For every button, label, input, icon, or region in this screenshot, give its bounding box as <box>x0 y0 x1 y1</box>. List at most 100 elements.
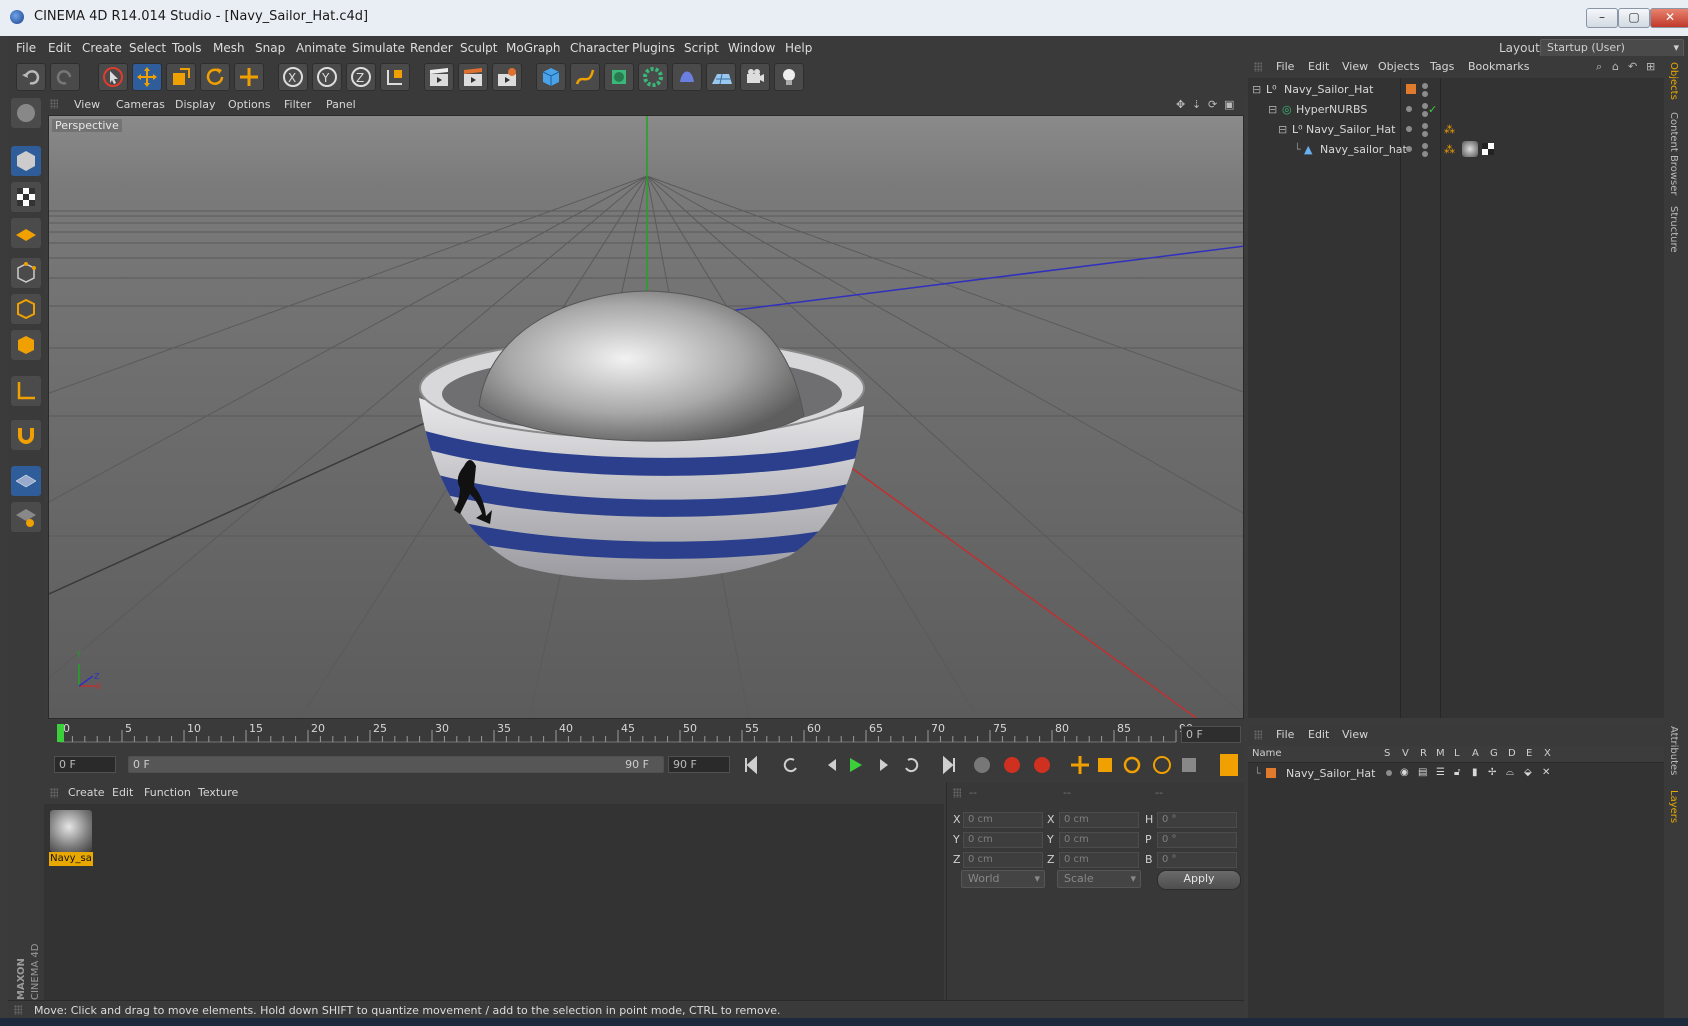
editor-visibility-dot[interactable] <box>1422 143 1428 149</box>
close-button[interactable]: ✕ <box>1650 8 1688 28</box>
phong-tag-icon[interactable]: ⁂ <box>1444 143 1455 156</box>
edges-mode-button[interactable] <box>11 294 41 324</box>
apply-button[interactable]: Apply <box>1157 870 1241 890</box>
menu-select[interactable]: Select <box>129 41 166 55</box>
tree-row[interactable]: ⊟ L⁰ Navy_Sailor_Hat <box>1248 80 1664 99</box>
editor-visibility-dot[interactable] <box>1422 123 1428 129</box>
render-visibility-dot[interactable] <box>1422 91 1428 97</box>
position-x-field[interactable]: 0 cm <box>963 812 1043 828</box>
menu-help[interactable]: Help <box>785 41 812 55</box>
render-visibility-dot[interactable] <box>1422 151 1428 157</box>
layers-menu-file[interactable]: File <box>1276 728 1294 741</box>
scale-tool[interactable] <box>166 63 196 91</box>
collapse-icon[interactable]: ⊟ <box>1278 123 1287 136</box>
rotate-tool[interactable] <box>200 63 230 91</box>
search-icon[interactable]: ⌕ <box>1596 60 1602 74</box>
maximize-button[interactable]: ▢ <box>1618 8 1650 28</box>
material-menu-create[interactable]: Create <box>68 786 105 799</box>
objects-menu-edit[interactable]: Edit <box>1308 60 1329 73</box>
home-icon[interactable]: ⌂ <box>1612 60 1619 73</box>
phong-tag-icon[interactable]: ⁂ <box>1444 123 1455 136</box>
tree-row[interactable]: └ ▲ Navy_sailor_hat ⁂ <box>1248 140 1664 159</box>
add-light-button[interactable] <box>774 63 804 91</box>
back-icon[interactable]: ↶ <box>1628 60 1637 73</box>
material-name-label[interactable]: Navy_sa <box>49 852 93 866</box>
make-editable-button[interactable] <box>11 98 41 128</box>
size-x-field[interactable]: 0 cm <box>1059 812 1139 828</box>
menu-script[interactable]: Script <box>684 41 719 55</box>
objects-menu-tags[interactable]: Tags <box>1430 60 1454 73</box>
menu-edit[interactable]: Edit <box>48 41 71 55</box>
viewport-camera-label[interactable]: Perspective <box>52 119 122 132</box>
material-tag-icon[interactable] <box>1462 141 1478 157</box>
objects-menu-file[interactable]: File <box>1276 60 1294 73</box>
coordinate-mode-dropdown[interactable]: Scale ▾ <box>1057 870 1141 888</box>
material-menu-edit[interactable]: Edit <box>112 786 133 799</box>
generator-icon[interactable]: ✢ <box>1488 767 1496 778</box>
material-menu-function[interactable]: Function <box>144 786 191 799</box>
current-frame-field[interactable]: 0 F <box>1181 726 1241 743</box>
column-locked[interactable]: L <box>1454 748 1460 759</box>
viewport-move-icon[interactable]: ✥ <box>1176 98 1185 111</box>
column-expressions[interactable]: E <box>1526 748 1532 759</box>
tab-objects[interactable]: Objects <box>1668 62 1679 100</box>
redo-button[interactable] <box>50 63 80 91</box>
layer-row[interactable]: └ Navy_Sailor_Hat ◉ ▤ ☰ 🔓︎ ▮ ✢ ⌓ ⬙ ✕ <box>1248 764 1664 783</box>
3d-viewport[interactable]: Perspective Y Z X <box>48 115 1244 719</box>
add-array-button[interactable] <box>638 63 668 91</box>
layer-name[interactable]: Navy_Sailor_Hat <box>1286 767 1375 780</box>
render-visibility-dot[interactable] <box>1422 131 1428 137</box>
frame-range-slider[interactable]: 0 F 90 F <box>128 756 664 773</box>
menu-mesh[interactable]: Mesh <box>213 41 245 55</box>
magnet-tool-button[interactable] <box>11 420 41 450</box>
start-frame-field[interactable]: 0 F <box>54 756 116 773</box>
viewport-maximize-icon[interactable]: ▣ <box>1224 98 1234 111</box>
column-xref[interactable]: X <box>1544 748 1551 759</box>
viewport-menu-filter[interactable]: Filter <box>284 98 311 111</box>
viewport-menu-cameras[interactable]: Cameras <box>116 98 165 111</box>
menu-window[interactable]: Window <box>728 41 775 55</box>
tab-structure[interactable]: Structure <box>1668 206 1679 253</box>
layers-menu-view[interactable]: View <box>1342 728 1368 741</box>
render-icon[interactable]: ▤ <box>1418 767 1427 778</box>
column-render[interactable]: R <box>1420 748 1427 759</box>
expression-icon[interactable]: ⬙ <box>1524 767 1532 778</box>
rotation-p-field[interactable]: 0 ° <box>1157 832 1237 848</box>
layer-dot[interactable] <box>1406 106 1412 112</box>
live-selection-tool[interactable] <box>98 63 128 91</box>
object-name[interactable]: Navy_Sailor_Hat <box>1284 83 1373 96</box>
texture-mode-button[interactable] <box>11 182 41 212</box>
material-thumbnail[interactable] <box>50 810 92 852</box>
manager-icon[interactable]: ☰ <box>1436 767 1445 778</box>
objects-menu-bookmarks[interactable]: Bookmarks <box>1468 60 1529 73</box>
objects-menu-objects[interactable]: Objects <box>1378 60 1420 73</box>
position-y-field[interactable]: 0 cm <box>963 832 1043 848</box>
add-deformer-button[interactable] <box>672 63 702 91</box>
position-z-field[interactable]: 0 cm <box>963 852 1043 868</box>
workplane-lock-button[interactable] <box>11 502 41 532</box>
column-deformers[interactable]: D <box>1508 748 1516 759</box>
size-z-field[interactable]: 0 cm <box>1059 852 1139 868</box>
add-cube-button[interactable] <box>536 63 566 91</box>
move-tool[interactable] <box>132 63 162 91</box>
object-name[interactable]: HyperNURBS <box>1296 103 1367 116</box>
eye-icon[interactable]: ◉ <box>1400 767 1409 778</box>
timeline-ruler[interactable]: 051015202530354045505560657075808590 0 F <box>44 720 1244 750</box>
solo-toggle[interactable] <box>1386 770 1392 776</box>
workplane-mode-button[interactable] <box>11 218 41 248</box>
enabled-check-icon[interactable]: ✓ <box>1428 103 1437 116</box>
uvw-tag-icon[interactable] <box>1482 143 1494 155</box>
polygons-mode-button[interactable] <box>11 330 41 360</box>
add-floor-button[interactable] <box>706 63 736 91</box>
layer-color-swatch[interactable] <box>1266 768 1276 778</box>
xref-icon[interactable]: ✕ <box>1542 767 1550 778</box>
object-name[interactable]: Navy_sailor_hat <box>1320 143 1407 156</box>
add-camera-button[interactable] <box>740 63 770 91</box>
add-spline-button[interactable] <box>570 63 600 91</box>
viewport-menu-options[interactable]: Options <box>228 98 270 111</box>
editor-visibility-dot[interactable] <box>1422 83 1428 89</box>
column-name[interactable]: Name <box>1252 748 1282 759</box>
rotation-h-field[interactable]: 0 ° <box>1157 812 1237 828</box>
viewport-zoom-icon[interactable]: ⇣ <box>1192 98 1201 111</box>
render-view-button[interactable] <box>424 63 454 91</box>
